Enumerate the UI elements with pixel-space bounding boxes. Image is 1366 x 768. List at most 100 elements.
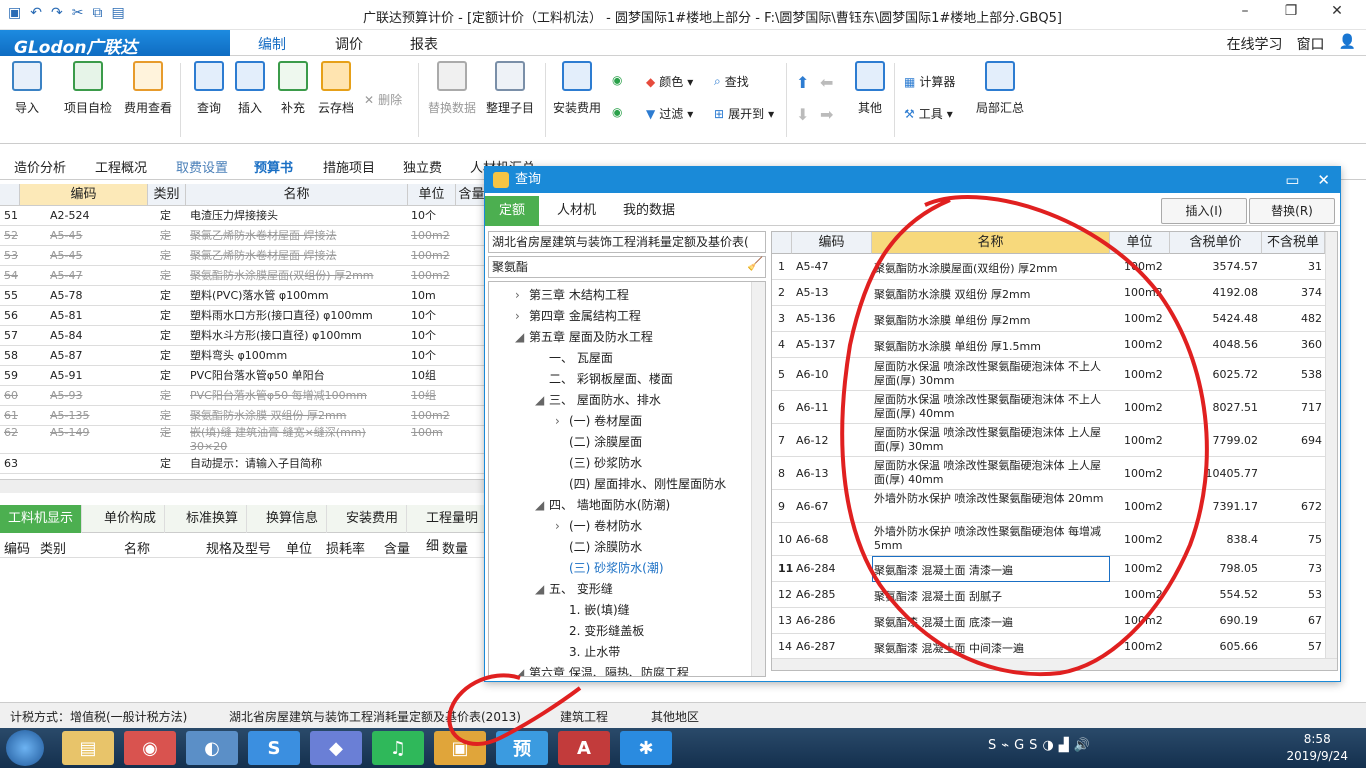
result-hscrollbar[interactable] <box>772 658 1337 670</box>
expand-arrow-icon[interactable]: ◢ <box>535 498 549 512</box>
result-row[interactable]: 5 A6-10 屋面防水保温 喷涂改性聚氨酯硬泡沫体 不上人屋面(厚) 30mm 10… <box>772 358 1325 391</box>
query-button[interactable]: 查询 <box>194 61 224 116</box>
insert-button[interactable]: 插入 <box>235 61 265 116</box>
organize-button[interactable]: 整理子目 <box>486 61 534 116</box>
expand-arrow-icon[interactable]: › <box>555 519 569 533</box>
notebook-icon[interactable]: ▣ <box>434 731 486 765</box>
window-menu[interactable]: 窗口 <box>1297 34 1325 54</box>
copy-icon[interactable]: ⧉ <box>92 5 102 21</box>
result-ex-price-header[interactable]: 不含税单 <box>1262 232 1325 254</box>
expand-arrow-icon[interactable]: ◢ <box>515 330 529 344</box>
result-row[interactable]: 10 A6-68 外墙外防水保护 喷涂改性聚氨酯硬泡体 每增减5mm 100m2 838… <box>772 523 1325 556</box>
supplement-button[interactable]: 补充 <box>278 61 308 116</box>
tree-node[interactable]: 二、 彩钢板屋面、楼面 <box>535 370 673 387</box>
expand-arrow-icon[interactable]: ◢ <box>535 582 549 596</box>
tray-icon[interactable]: S <box>1029 738 1037 753</box>
result-row[interactable]: 6 A6-11 屋面防水保温 喷涂改性聚氨酯硬泡沫体 不上人屋面(厚) 40mm 10… <box>772 391 1325 424</box>
install-fee-button[interactable]: 安装费用 <box>553 61 601 116</box>
table-row[interactable]: 52 A5-45 定 聚氯乙烯防水卷材屋面 焊接法 100m2 <box>0 226 488 246</box>
tree-node[interactable]: › (一) 卷材屋面 <box>555 412 642 429</box>
find-button[interactable]: ⌕ 查找 <box>714 73 749 90</box>
quota-library-select[interactable]: 湖北省房屋建筑与装饰工程消耗量定额及基价表( <box>488 231 766 253</box>
tree-node[interactable]: 2. 变形缝盖板 <box>555 622 644 639</box>
tab-independent-fee[interactable]: 独立费 <box>403 157 442 176</box>
tree-node[interactable]: 3. 止水带 <box>555 643 620 660</box>
replace-data-button[interactable]: 替换数据 <box>428 61 476 116</box>
online-learning-link[interactable]: 在线学习 <box>1227 34 1283 54</box>
insert-dialog-button[interactable]: 插入(I) <box>1161 198 1247 224</box>
undo-icon[interactable]: ↶ <box>30 5 42 21</box>
music-icon[interactable]: ♫ <box>372 731 424 765</box>
tab-cost-analysis[interactable]: 造价分析 <box>14 157 66 176</box>
tree-node[interactable]: (三) 砂浆防水(潮) <box>555 559 664 576</box>
arrow-left-icon[interactable]: ⬅ <box>820 73 833 92</box>
table-row[interactable]: 53 A5-45 定 聚氯乙烯防水卷材屋面 焊接法 100m2 <box>0 246 488 266</box>
mo-icon[interactable]: ◉ <box>612 73 622 87</box>
star-app-icon[interactable]: ✱ <box>620 731 672 765</box>
tab-unit-price[interactable]: 单价构成 <box>96 505 166 533</box>
color-menu[interactable]: ◆ 颜色 ▾ <box>646 73 693 90</box>
replace-dialog-button[interactable]: 替换(R) <box>1249 198 1335 224</box>
tray-icon[interactable]: G <box>1014 738 1024 753</box>
name-header[interactable]: 名称 <box>186 184 408 206</box>
autocad-icon[interactable]: A <box>558 731 610 765</box>
cloud-save-button[interactable]: 云存档 <box>318 61 354 116</box>
type-header[interactable]: 类别 <box>148 184 186 206</box>
expand-arrow-icon[interactable]: › <box>515 309 529 323</box>
table-row[interactable]: 57 A5-84 定 塑料水斗方形(接口直径) φ100mm 10个 <box>0 326 488 346</box>
result-row[interactable]: 12 A6-285 聚氨酯漆 混凝土面 刮腻子 100m2 554.52 53 <box>772 582 1325 608</box>
tree-node[interactable]: › 第四章 金属结构工程 <box>515 307 641 324</box>
network-icon[interactable]: ▟ <box>1059 738 1069 753</box>
tab-measures[interactable]: 措施项目 <box>323 157 375 176</box>
result-row[interactable]: 13 A6-286 聚氨酯漆 混凝土面 底漆一遍 100m2 690.19 67 <box>772 608 1325 634</box>
table-row[interactable]: 51 A2-524 定 电渣压力焊接接头 10个 <box>0 206 488 226</box>
volume-icon[interactable]: 🔊 <box>1074 738 1090 753</box>
tab-quantity-detail[interactable]: 工程量明细 <box>418 505 488 554</box>
tray-icon[interactable]: ◑ <box>1042 738 1053 753</box>
result-row[interactable]: 3 A5-136 聚氨酯防水涂膜 单组份 厚2mm 100m2 5424.48 482 <box>772 306 1325 332</box>
tab-conversion-info[interactable]: 换算信息 <box>258 505 328 533</box>
tree-node[interactable]: ◢ 四、 墙地面防水(防潮) <box>535 496 670 513</box>
result-row[interactable]: 9 A6-67 外墙外防水保护 喷涂改性聚氨酯硬泡体 20mm 100m2 7391.1… <box>772 490 1325 523</box>
tree-node[interactable]: › 第三章 木结构工程 <box>515 286 629 303</box>
tree-node[interactable]: 一、 瓦屋面 <box>535 349 613 366</box>
tree-node[interactable]: (二) 涂膜防水 <box>555 538 642 555</box>
fei-icon[interactable]: ◉ <box>612 105 622 119</box>
tab-quota[interactable]: 定额 <box>485 196 540 226</box>
app-logo[interactable]: GLodon广联达 <box>0 30 230 58</box>
restore-button[interactable]: ❐ <box>1268 3 1314 19</box>
tray-icon[interactable]: ⌁ <box>1001 738 1009 753</box>
explorer-icon[interactable]: ▤ <box>62 731 114 765</box>
tab-budget[interactable]: 预算书 <box>254 157 293 176</box>
tab-bianzhi[interactable]: 编制 <box>258 34 286 59</box>
app-icon-2[interactable]: S <box>248 731 300 765</box>
broom-icon[interactable]: 🧹 <box>747 257 763 272</box>
clock[interactable]: 8:58 2019/9/24 <box>1286 731 1348 765</box>
region[interactable]: 其他地区 <box>651 708 699 725</box>
result-row[interactable]: 14 A6-287 聚氨酯漆 混凝土面 中间漆一遍 100m2 605.66 57 <box>772 634 1325 660</box>
tab-standard-conversion[interactable]: 标准换算 <box>178 505 248 533</box>
result-row[interactable]: 11 A6-284 聚氨酯漆 混凝土面 清漆一遍 100m2 798.05 73 <box>772 556 1325 582</box>
tab-baobiao[interactable]: 报表 <box>410 34 438 54</box>
tree-node[interactable]: (四) 屋面排水、刚性屋面防水 <box>555 475 726 492</box>
project-type[interactable]: 建筑工程 <box>560 708 608 725</box>
cut-icon[interactable]: ✂ <box>72 5 84 21</box>
delete-button[interactable]: ✕ 删除 <box>364 91 402 108</box>
paste-icon[interactable]: ▤ <box>111 5 124 21</box>
tree-node[interactable]: › (一) 卷材防水 <box>555 517 642 534</box>
table-row[interactable]: 61 A5-135 定 聚氨酯防水涂膜 双组份 厚2mm 100m2 <box>0 406 488 426</box>
tools-menu[interactable]: ⚒ 工具 ▾ <box>904 105 953 122</box>
app-icon-3[interactable]: ◆ <box>310 731 362 765</box>
tree-scrollbar[interactable] <box>751 282 765 676</box>
tab-material[interactable]: 人材机 <box>543 196 610 226</box>
start-button[interactable] <box>6 730 44 766</box>
maximize-icon[interactable]: ▭ <box>1285 167 1299 193</box>
local-summary-button[interactable]: 局部汇总 <box>976 61 1024 116</box>
result-row[interactable]: 1 A5-47 聚氨酯防水涂膜屋面(双组份) 厚2mm 100m2 3574.57 31 <box>772 254 1325 280</box>
tab-fee-settings[interactable]: 取费设置 <box>176 157 228 176</box>
tab-project-overview[interactable]: 工程概况 <box>95 157 147 176</box>
arrow-up-icon[interactable]: ⬆ <box>796 73 809 92</box>
user-icon[interactable]: 👤 <box>1339 34 1356 54</box>
project-check-button[interactable]: 项目自检 <box>64 61 112 116</box>
result-row[interactable]: 7 A6-12 屋面防水保温 喷涂改性聚氨酯硬泡沫体 上人屋面(厚) 30mm 100… <box>772 424 1325 457</box>
